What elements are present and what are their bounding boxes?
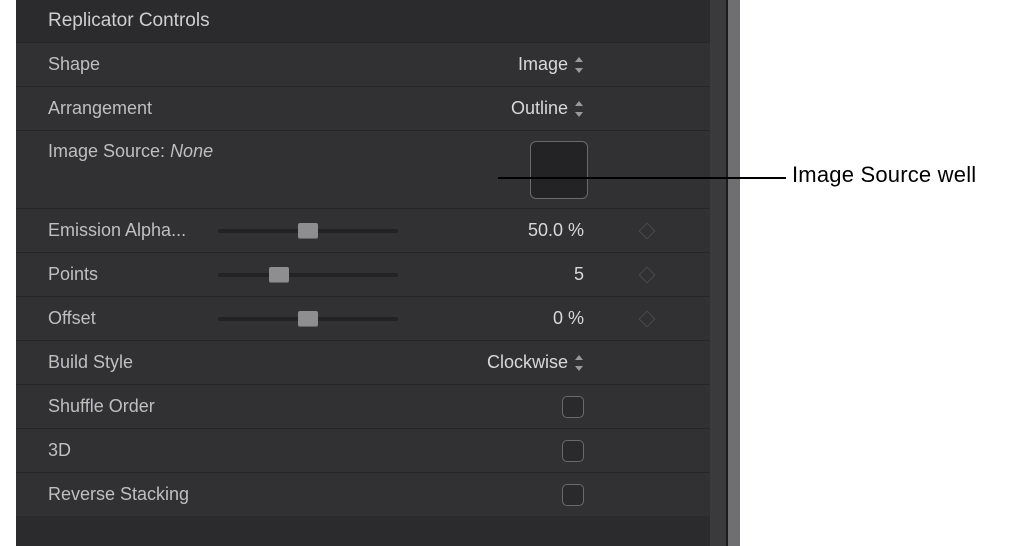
callout-leader-line — [498, 177, 786, 179]
label-3d: 3D — [48, 440, 218, 461]
shape-popup[interactable]: Image — [418, 54, 588, 75]
row-arrangement: Arrangement Outline — [16, 86, 726, 130]
updown-icon — [574, 57, 584, 73]
reverse-checkbox-col — [418, 484, 588, 506]
callout-label: Image Source well — [792, 162, 976, 188]
emission-value-field[interactable]: 50.0 % — [418, 220, 588, 241]
row-shuffle-order: Shuffle Order — [16, 384, 726, 428]
image-source-value: None — [170, 141, 213, 161]
row-points: Points 5 — [16, 252, 726, 296]
keyframe-col — [588, 269, 706, 281]
label-reverse-stacking: Reverse Stacking — [48, 484, 218, 505]
reverse-stacking-checkbox[interactable] — [562, 484, 584, 506]
image-well-col — [418, 141, 588, 199]
row-emission-alpha: Emission Alpha... 50.0 % — [16, 208, 726, 252]
label-build-style: Build Style — [48, 352, 218, 373]
points-value: 5 — [574, 264, 584, 285]
row-reverse-stacking: Reverse Stacking — [16, 472, 726, 516]
row-shape: Shape Image — [16, 42, 726, 86]
shuffle-order-checkbox[interactable] — [562, 396, 584, 418]
offset-value: 0 % — [553, 308, 584, 329]
emission-slider[interactable] — [218, 229, 398, 233]
keyframe-col — [588, 313, 706, 325]
shape-popup-value: Image — [518, 54, 568, 75]
build-style-popup[interactable]: Clockwise — [418, 352, 588, 373]
offset-value-field[interactable]: 0 % — [418, 308, 588, 329]
label-image-source: Image Source: None — [48, 141, 218, 162]
emission-slider-thumb[interactable] — [298, 223, 318, 239]
keyframe-diamond-icon[interactable] — [639, 222, 656, 239]
emission-slider-col — [218, 229, 418, 233]
label-points: Points — [48, 264, 218, 285]
arrangement-popup[interactable]: Outline — [418, 98, 588, 119]
panel-right-edge — [728, 0, 740, 546]
updown-icon — [574, 355, 584, 371]
points-value-field[interactable]: 5 — [418, 264, 588, 285]
label-emission-alpha: Emission Alpha... — [48, 220, 218, 241]
shuffle-checkbox-col — [418, 396, 588, 418]
build-style-popup-value: Clockwise — [487, 352, 568, 373]
offset-slider[interactable] — [218, 317, 398, 321]
label-offset: Offset — [48, 308, 218, 329]
keyframe-diamond-icon[interactable] — [639, 266, 656, 283]
points-slider[interactable] — [218, 273, 398, 277]
image-source-well[interactable] — [530, 141, 588, 199]
keyframe-col — [588, 225, 706, 237]
points-slider-col — [218, 273, 418, 277]
row-image-source: Image Source: None — [16, 130, 726, 208]
scroll-track[interactable] — [710, 0, 726, 546]
row-3d: 3D — [16, 428, 726, 472]
offset-slider-col — [218, 317, 418, 321]
image-source-label-text: Image Source: — [48, 141, 170, 161]
points-slider-thumb[interactable] — [269, 267, 289, 283]
emission-value: 50.0 % — [528, 220, 584, 241]
arrangement-popup-value: Outline — [511, 98, 568, 119]
3d-checkbox-col — [418, 440, 588, 462]
label-shuffle-order: Shuffle Order — [48, 396, 218, 417]
keyframe-diamond-icon[interactable] — [639, 310, 656, 327]
3d-checkbox[interactable] — [562, 440, 584, 462]
label-arrangement: Arrangement — [48, 98, 218, 119]
label-shape: Shape — [48, 54, 218, 75]
offset-slider-thumb[interactable] — [298, 311, 318, 327]
row-build-style: Build Style Clockwise — [16, 340, 726, 384]
row-offset: Offset 0 % — [16, 296, 726, 340]
updown-icon — [574, 101, 584, 117]
inspector-panel: Replicator Controls Shape Image Arrangem… — [16, 0, 728, 546]
section-title: Replicator Controls — [16, 0, 726, 42]
